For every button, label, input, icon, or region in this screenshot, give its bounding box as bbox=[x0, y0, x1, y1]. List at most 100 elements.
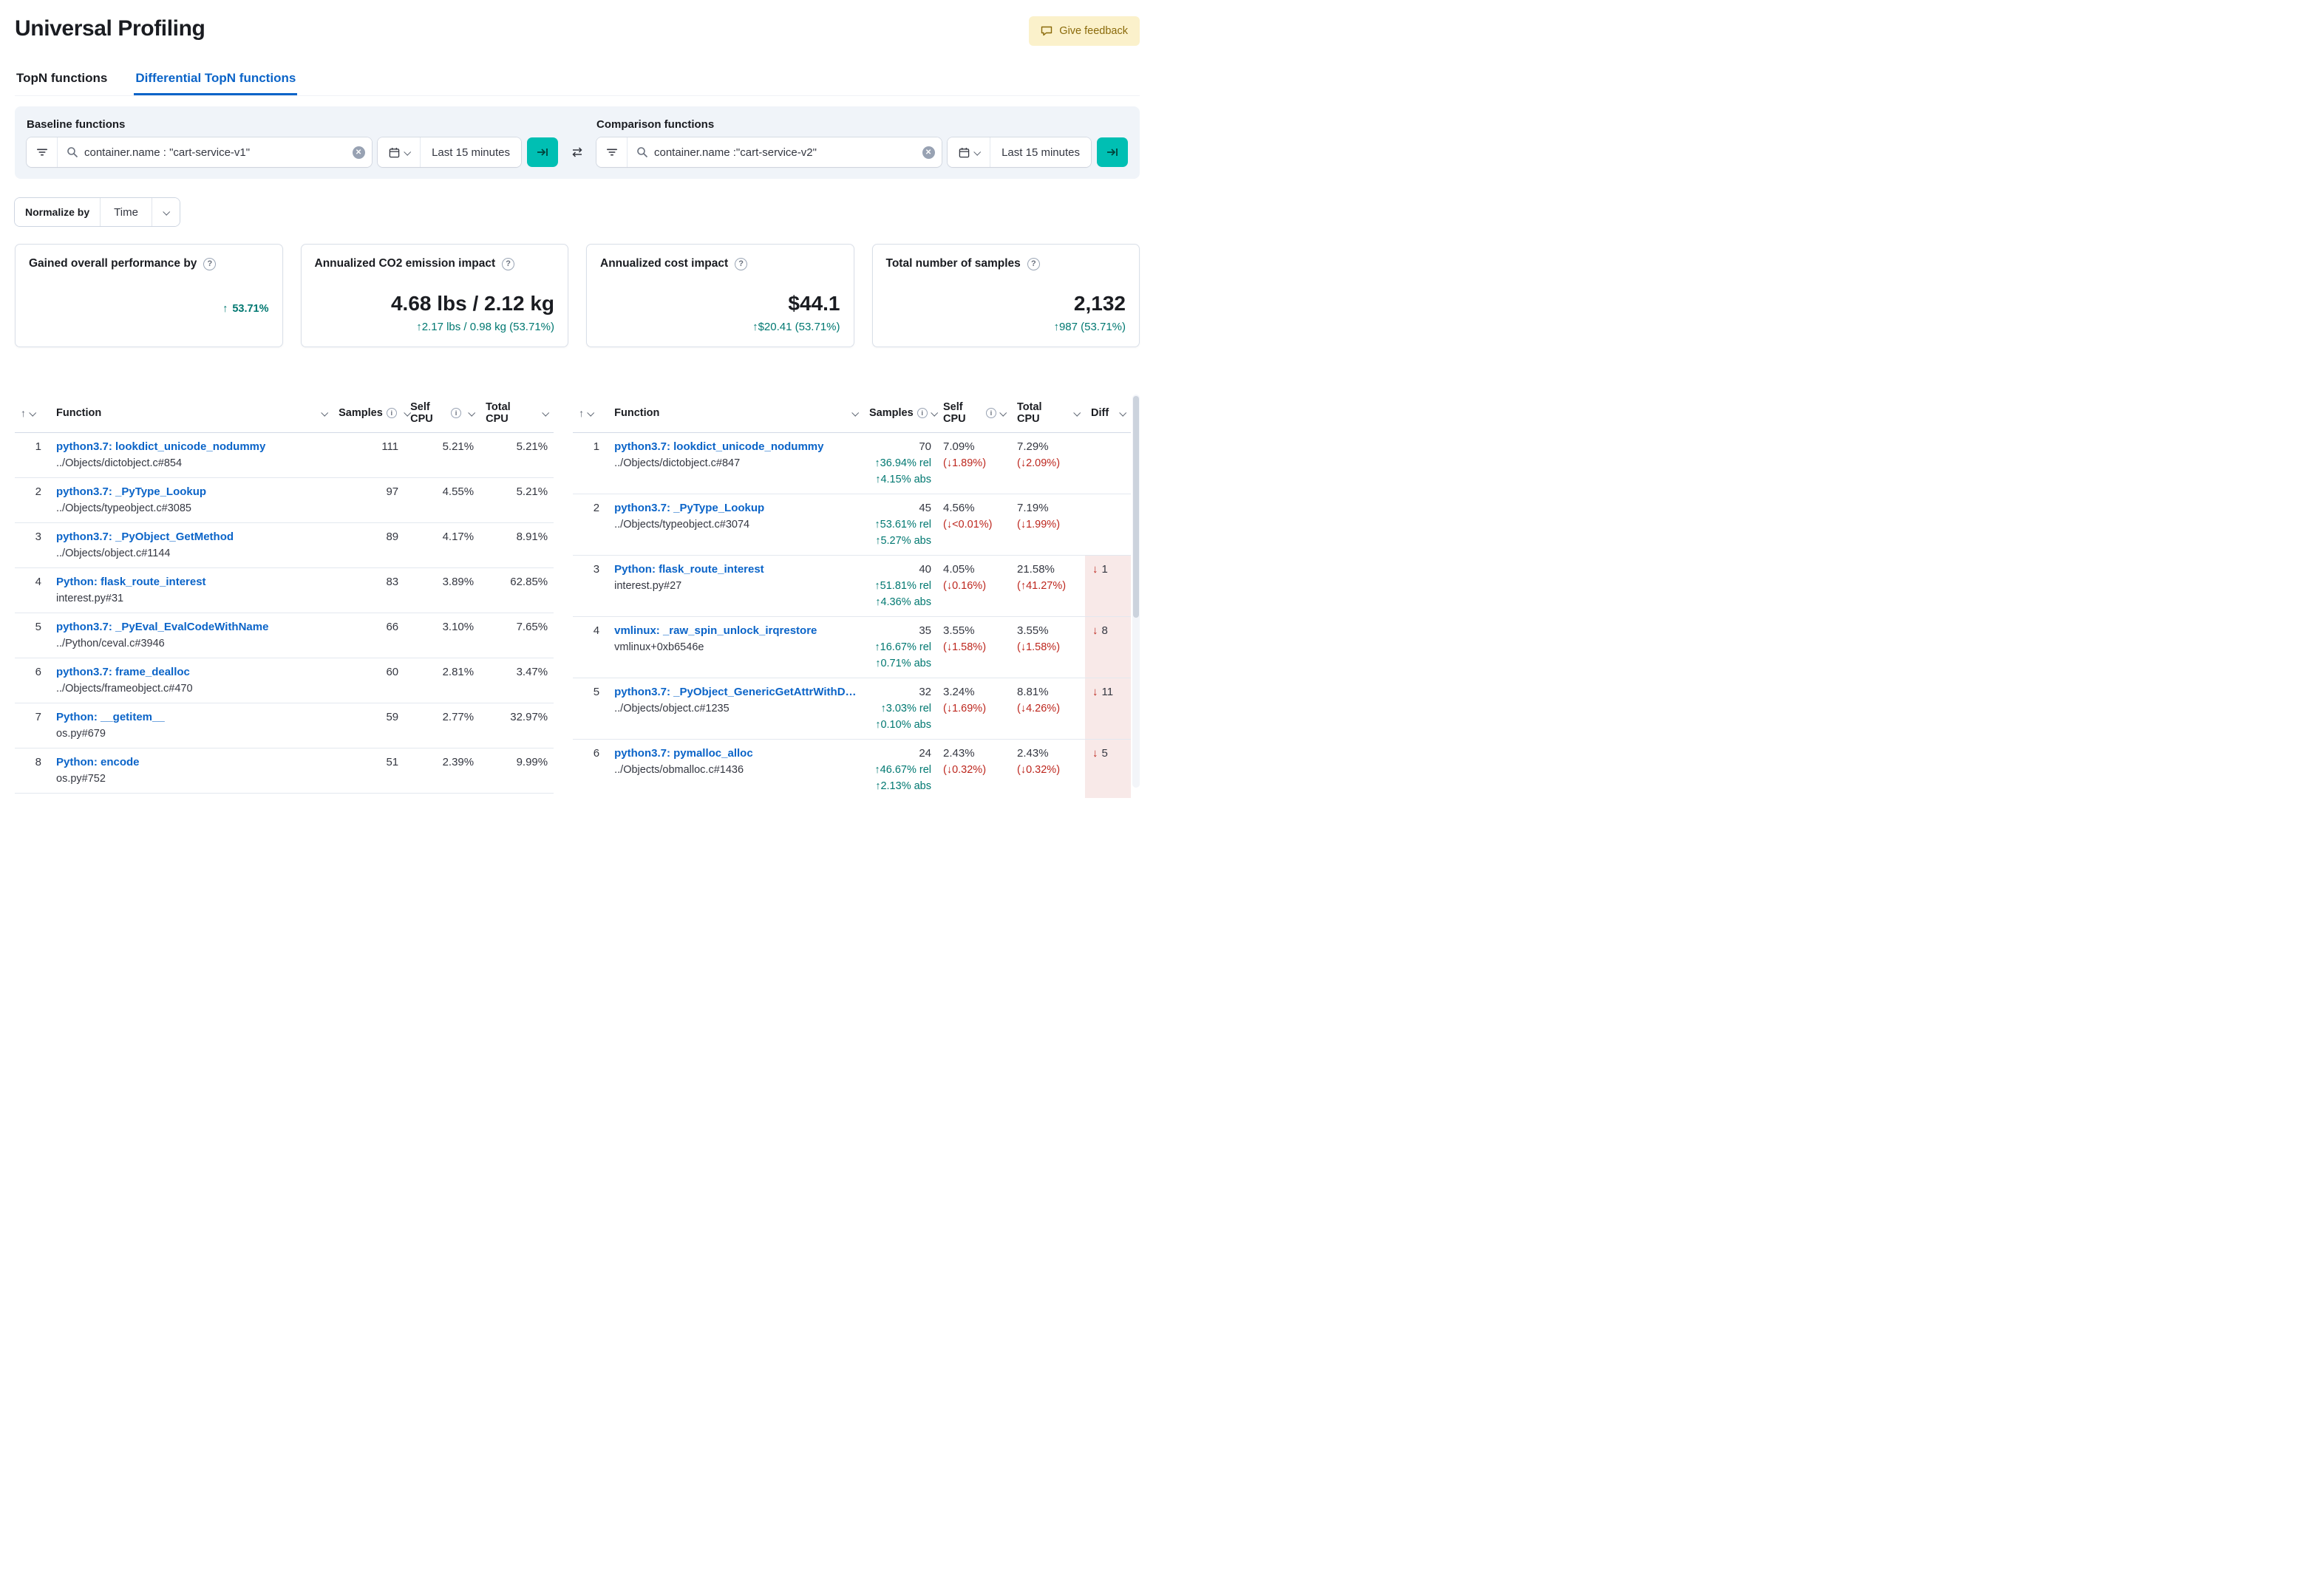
card-co2-impact: Annualized CO2 emission impact ? 4.68 lb… bbox=[300, 244, 568, 347]
comparison-refresh-button[interactable] bbox=[1097, 137, 1128, 167]
info-icon: i bbox=[386, 408, 397, 418]
baseline-table-row: 4 Python: flask_route_interest interest.py… bbox=[15, 567, 554, 613]
function-link[interactable]: python3.7: lookdict_unicode_nodummy bbox=[614, 439, 857, 455]
total-cpu-cell: 21.58% (↑41.27%) bbox=[1011, 555, 1085, 617]
column-header-function[interactable]: Function bbox=[608, 395, 863, 433]
scrollbar-thumb[interactable] bbox=[1133, 396, 1139, 618]
function-link[interactable]: python3.7: pymalloc_alloc bbox=[614, 746, 857, 762]
comparison-table-header: ↑ Function Samples i Self CPU i Total CPU … bbox=[573, 395, 1131, 433]
total-cpu-cell: 8.81% (↓4.26%) bbox=[1011, 678, 1085, 740]
chevron-down-icon bbox=[851, 409, 860, 417]
up-arrow-icon: ↑ bbox=[222, 303, 228, 316]
column-header-samples[interactable]: Samples i bbox=[333, 395, 411, 433]
baseline-time-range[interactable]: Last 15 minutes bbox=[421, 137, 521, 167]
function-link[interactable]: python3.7: lookdict_unicode_nodummy bbox=[56, 439, 327, 455]
comparison-time-range[interactable]: Last 15 minutes bbox=[990, 137, 1091, 167]
column-header-total-cpu[interactable]: Total CPU bbox=[480, 395, 554, 433]
diff-value: 8 bbox=[1101, 624, 1108, 637]
samples-cell: 35 ↑16.67% rel ↑0.71% abs bbox=[863, 616, 937, 678]
baseline-query-input[interactable]: container.name : "cart-service-v1" bbox=[84, 146, 345, 159]
total-cpu-cell: 2.43% (↓0.32%) bbox=[1011, 739, 1085, 798]
table-scrollbar[interactable] bbox=[1132, 395, 1140, 788]
function-link[interactable]: python3.7: _PyObject_GetMethod bbox=[56, 529, 327, 545]
function-link[interactable]: python3.7: frame_dealloc bbox=[56, 664, 327, 681]
function-cell: vmlinux: _raw_spin_unlock_irqrestore vmli… bbox=[608, 616, 863, 678]
baseline-filter-button[interactable] bbox=[27, 137, 58, 167]
normalize-by-dropdown[interactable] bbox=[151, 198, 180, 226]
rank-cell: 7 bbox=[15, 703, 50, 748]
card-cost-impact: Annualized cost impact ? $44.1 ↑$20.41 (… bbox=[586, 244, 854, 347]
help-icon[interactable]: ? bbox=[203, 257, 217, 270]
samples-value: 32 bbox=[919, 686, 931, 698]
clear-icon: ✕ bbox=[352, 146, 365, 159]
chevron-down-icon[interactable] bbox=[29, 409, 37, 417]
comparison-table: ↑ Function Samples i Self CPU i Total CPU … bbox=[573, 395, 1140, 798]
give-feedback-button[interactable]: Give feedback bbox=[1029, 16, 1140, 46]
help-icon[interactable]: ? bbox=[1027, 257, 1040, 270]
comparison-calendar-button[interactable] bbox=[948, 137, 991, 167]
function-cell: python3.7: _PyType_Lookup ../Objects/type… bbox=[50, 477, 333, 523]
rank-cell: 6 bbox=[15, 658, 50, 703]
function-link[interactable]: python3.7: _PyType_Lookup bbox=[614, 500, 857, 516]
samples-rel-change: ↑3.03% rel bbox=[880, 703, 931, 715]
baseline-refresh-button[interactable] bbox=[527, 137, 558, 167]
swap-icon bbox=[572, 147, 582, 157]
chevron-down-icon bbox=[542, 409, 550, 417]
total-cpu-cell: 32.97% bbox=[480, 703, 554, 748]
function-link[interactable]: Python: flask_route_interest bbox=[614, 562, 857, 578]
baseline-calendar-button[interactable] bbox=[378, 137, 421, 167]
total-cpu-value: 7.29% bbox=[1017, 440, 1049, 453]
samples-value: 70 bbox=[919, 440, 931, 453]
comparison-query-input[interactable]: container.name :"cart-service-v2" bbox=[654, 146, 915, 159]
function-cell: Python: flask_route_interest interest.py#… bbox=[50, 567, 333, 613]
chevron-down-icon[interactable] bbox=[587, 409, 595, 417]
self-cpu-delta: (↓<0.01%) bbox=[943, 519, 993, 531]
normalize-by-value[interactable]: Time bbox=[100, 198, 152, 226]
samples-abs-change: ↑0.10% abs bbox=[875, 719, 931, 731]
function-cell: Python: encode os.py#752 bbox=[50, 748, 333, 794]
total-cpu-value: 7.19% bbox=[1017, 502, 1049, 514]
function-link[interactable]: Python: encode bbox=[56, 754, 327, 771]
sort-ascending-icon[interactable]: ↑ bbox=[21, 407, 26, 419]
column-header-self-cpu[interactable]: Self CPU i bbox=[404, 395, 480, 433]
rank-cell: 1 bbox=[573, 432, 609, 494]
function-link[interactable]: python3.7: _PyType_Lookup bbox=[56, 484, 327, 500]
function-cell: python3.7: pymalloc_alloc ../Objects/obma… bbox=[608, 739, 863, 798]
comparison-filter-button[interactable] bbox=[596, 137, 628, 167]
samples-rel-change: ↑46.67% rel bbox=[874, 764, 931, 776]
column-header-total-cpu[interactable]: Total CPU bbox=[1011, 395, 1085, 433]
function-source: ../Objects/object.c#1235 bbox=[614, 703, 730, 715]
function-cell: python3.7: _PyObject_GenericGetAttrWithD… bbox=[608, 678, 863, 740]
comparison-functions-label: Comparison functions bbox=[596, 118, 715, 131]
column-header-samples[interactable]: Samples i bbox=[863, 395, 938, 433]
rank-cell: 2 bbox=[573, 494, 609, 556]
function-link[interactable]: python3.7: _PyObject_GenericGetAttrWithD… bbox=[614, 684, 857, 700]
tab-topn-functions[interactable]: TopN functions bbox=[15, 64, 109, 95]
column-header-diff[interactable]: Diff bbox=[1085, 395, 1131, 433]
sort-ascending-icon[interactable]: ↑ bbox=[579, 407, 584, 419]
samples-abs-change: ↑5.27% abs bbox=[875, 535, 931, 547]
column-header-self-cpu[interactable]: Self CPU i bbox=[937, 395, 1011, 433]
baseline-clear-query-button[interactable]: ✕ bbox=[345, 137, 373, 167]
self-cpu-cell: 2.81% bbox=[404, 658, 480, 703]
function-link[interactable]: python3.7: _PyEval_EvalCodeWithName bbox=[56, 619, 327, 635]
help-icon[interactable]: ? bbox=[735, 257, 748, 270]
swap-queries-button[interactable] bbox=[564, 137, 591, 167]
column-header-function[interactable]: Function bbox=[50, 395, 333, 433]
function-source: interest.py#31 bbox=[56, 593, 124, 604]
function-link[interactable]: vmlinux: _raw_spin_unlock_irqrestore bbox=[614, 623, 857, 639]
comparison-clear-query-button[interactable]: ✕ bbox=[915, 137, 942, 167]
self-cpu-value: 3.24% bbox=[943, 686, 975, 698]
total-samples-delta: ↑987 (53.71%) bbox=[1053, 321, 1126, 333]
function-link[interactable]: Python: flask_route_interest bbox=[56, 574, 327, 590]
total-cpu-cell: 7.19% (↓1.99%) bbox=[1011, 494, 1085, 556]
function-link[interactable]: Python: __getitem__ bbox=[56, 709, 327, 726]
self-cpu-delta: (↓1.69%) bbox=[943, 703, 987, 715]
rank-cell: 8 bbox=[15, 748, 50, 794]
help-icon[interactable]: ? bbox=[502, 257, 515, 270]
function-cell: Python: __getitem__ os.py#679 bbox=[50, 703, 333, 748]
info-icon: i bbox=[986, 408, 996, 418]
card-delta bbox=[29, 321, 269, 334]
samples-cell: 60 bbox=[333, 658, 405, 703]
tab-differential-topn-functions[interactable]: Differential TopN functions bbox=[134, 64, 297, 95]
